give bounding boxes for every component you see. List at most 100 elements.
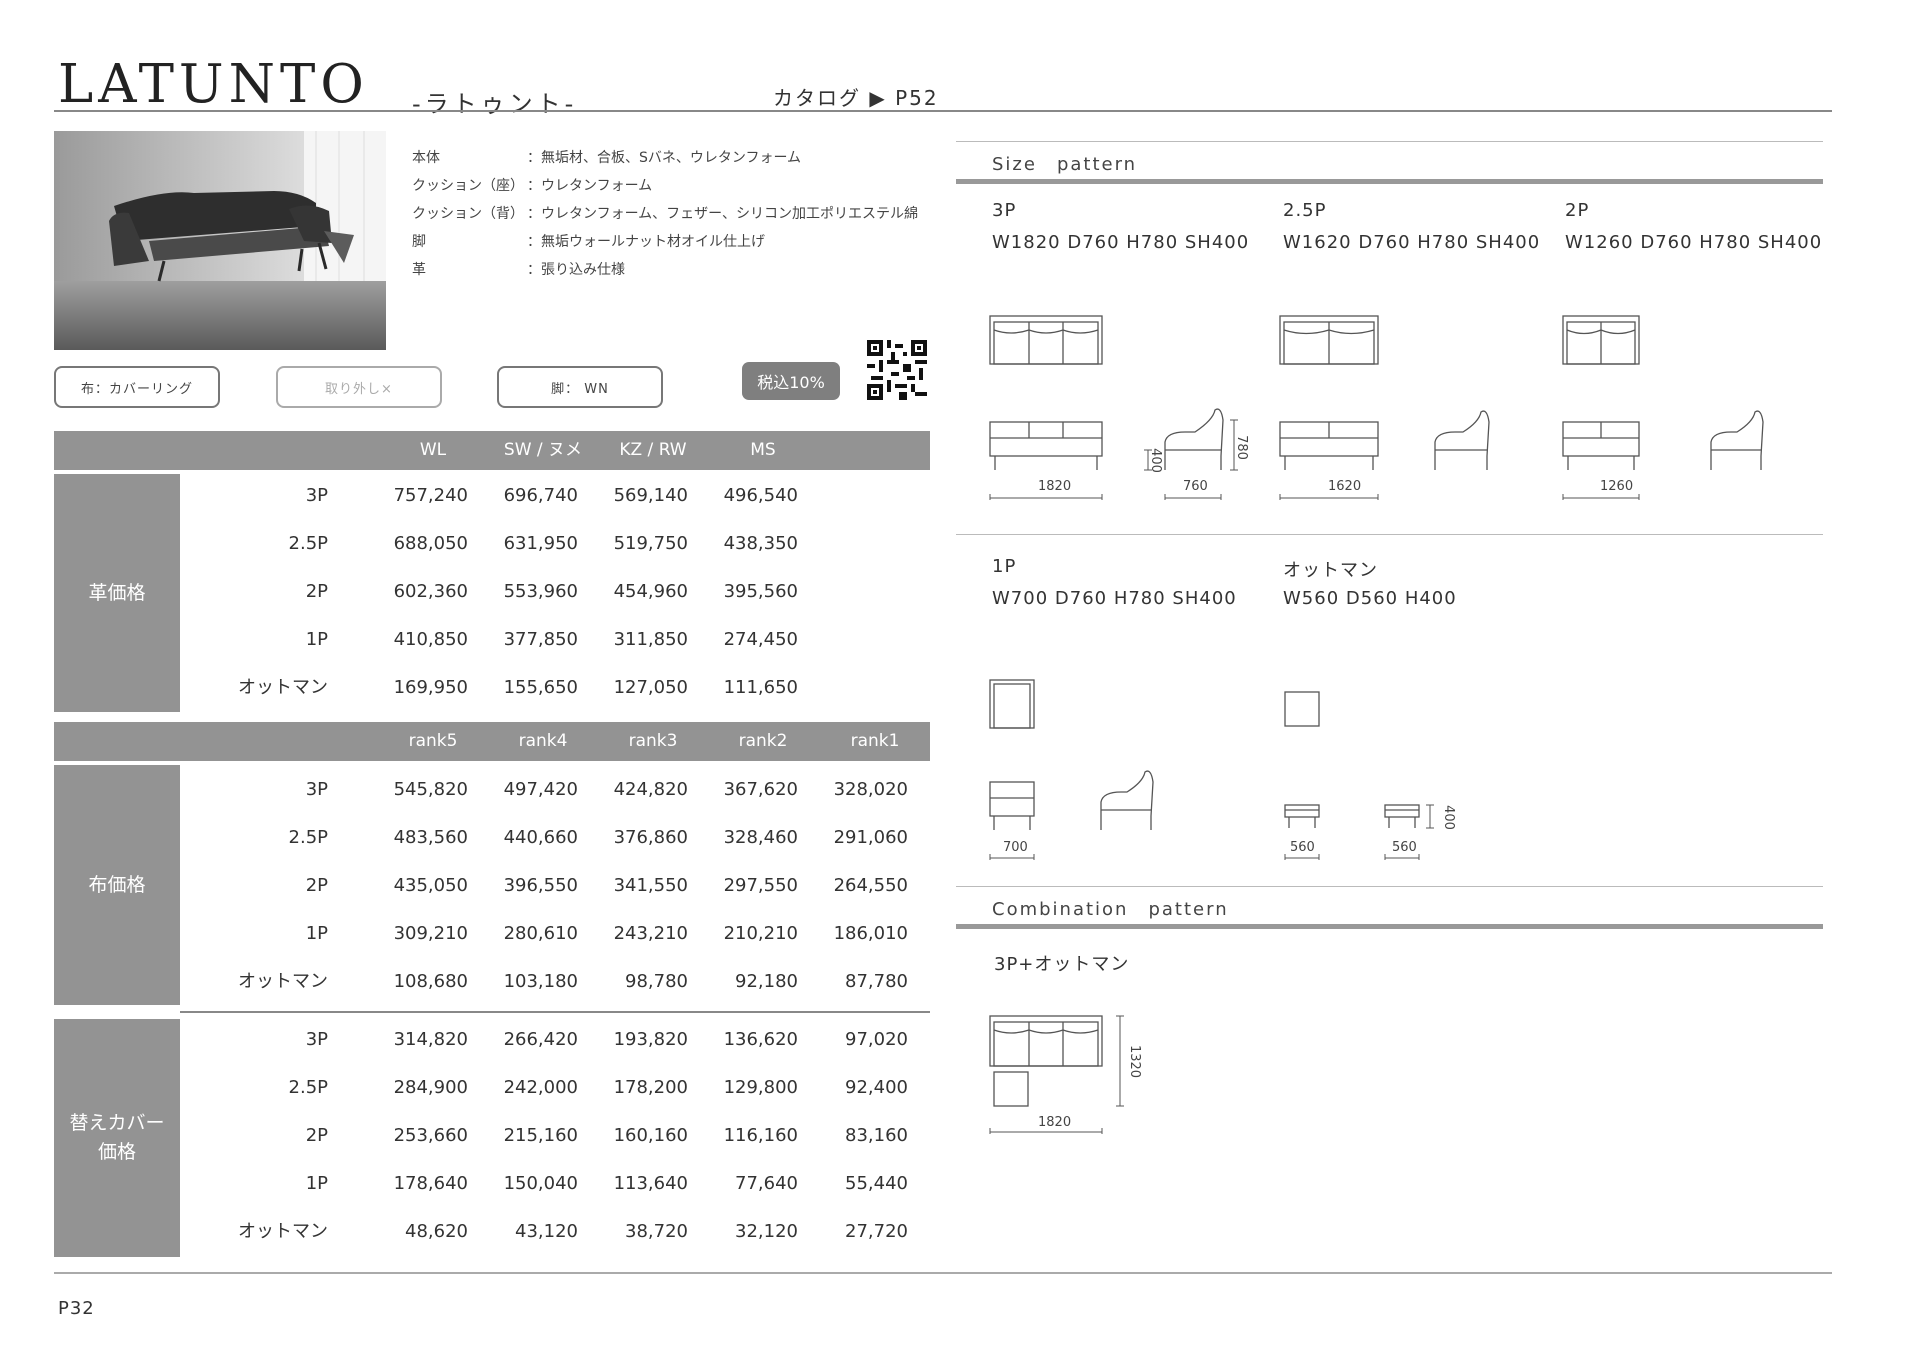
- col-header: rank3: [628, 731, 678, 751]
- size-dims-25p: W1620 D760 H780 SH400: [1283, 232, 1541, 253]
- spec-value: ：無垢材、合板、Sバネ、ウレタンフォーム: [527, 150, 802, 166]
- spec-row: 革 ：張り込み仕様: [412, 256, 918, 284]
- price-cell: 309,210: [393, 923, 468, 944]
- dim-label: 1620: [1328, 479, 1362, 494]
- price-cell: 341,550: [613, 875, 688, 896]
- size-heading-bar: [956, 179, 1823, 184]
- price-cell: 602,360: [393, 581, 468, 602]
- price-cell: 280,610: [503, 923, 578, 944]
- cover-side-label: 替えカバー 価格: [54, 1019, 180, 1257]
- row-label: 2P: [305, 875, 328, 896]
- price-cell: 454,960: [613, 581, 688, 602]
- price-cell: 311,850: [613, 629, 688, 650]
- price-cell: 266,420: [503, 1029, 578, 1050]
- cover-side-label-line1: 替えカバー: [69, 1112, 165, 1134]
- price-cell: 186,010: [833, 923, 908, 944]
- size-dims-3p: W1820 D760 H780 SH400: [992, 232, 1250, 253]
- row-label: 3P: [305, 485, 328, 506]
- spec-row: クッション（背） ：ウレタンフォーム、フェザー、シリコン加工ポリエステル綿: [412, 200, 918, 228]
- price-cell: 116,160: [723, 1125, 798, 1146]
- size-mid-rule: [956, 534, 1823, 535]
- price-cell: 43,120: [515, 1221, 578, 1242]
- leather-header-bar: WL SW / ヌメ KZ / RW MS: [54, 431, 930, 470]
- price-cell: 264,550: [833, 875, 908, 896]
- row-label: オットマン: [238, 1221, 328, 1242]
- catalog-reference: カタログ ▶ P52: [773, 86, 939, 110]
- price-cell: 98,780: [625, 971, 688, 992]
- brand-kana: -ラトゥント-: [412, 90, 578, 118]
- dim-label: 1820: [1038, 1115, 1072, 1130]
- dim-label: 400: [1147, 448, 1163, 473]
- dim-label: 1320: [1127, 1044, 1143, 1079]
- spec-value: ：無垢ウォールナット材オイル仕上げ: [527, 234, 765, 250]
- row-label: 2.5P: [288, 827, 328, 848]
- fabric-header-bar: rank5 rank4 rank3 rank2 rank1: [54, 722, 930, 761]
- spec-label: クッション（背）: [412, 206, 524, 222]
- dim-label: 1260: [1600, 479, 1634, 494]
- spec-list: 本体 ：無垢材、合板、Sバネ、ウレタンフォーム クッション（座） ：ウレタンフォーム…: [412, 144, 918, 284]
- price-cell: 367,620: [723, 779, 798, 800]
- size-dims-1p: W700 D760 H780 SH400: [992, 588, 1237, 609]
- col-header: SW / ヌメ: [503, 440, 583, 460]
- price-cell: 150,040: [503, 1173, 578, 1194]
- combination-pattern-heading: Combination pattern: [992, 899, 1229, 920]
- removable-tag: 取り外し×: [276, 366, 442, 408]
- price-cell: 696,740: [503, 485, 578, 506]
- footer-rule: [54, 1272, 1832, 1274]
- dim-label: 780: [1233, 435, 1249, 460]
- price-cell: 27,720: [845, 1221, 908, 1242]
- price-cell: 193,820: [613, 1029, 688, 1050]
- dim-label: 400: [1440, 805, 1456, 830]
- price-cell: 178,640: [393, 1173, 468, 1194]
- dim-label: 700: [1003, 840, 1028, 855]
- col-header: rank1: [850, 731, 900, 751]
- price-cell: 274,450: [723, 629, 798, 650]
- leather-side-label: 革価格: [54, 474, 180, 712]
- price-cell: 757,240: [393, 485, 468, 506]
- col-header: rank5: [408, 731, 458, 751]
- price-cell: 569,140: [613, 485, 688, 506]
- price-cell: 169,950: [393, 677, 468, 698]
- sofa-diagrams-row2: [989, 679, 1434, 860]
- size-dims-2p: W1260 D760 H780 SH400: [1565, 232, 1823, 253]
- col-header: rank4: [518, 731, 568, 751]
- spec-label: 本体: [412, 150, 440, 166]
- combination-name: 3P+オットマン: [994, 954, 1130, 975]
- product-photo: [54, 131, 386, 350]
- price-cell: 483,560: [393, 827, 468, 848]
- dim-label: 1820: [1038, 479, 1072, 494]
- dim-label: 560: [1290, 840, 1315, 855]
- spec-row: 本体 ：無垢材、合板、Sバネ、ウレタンフォーム: [412, 144, 918, 172]
- row-label: 2.5P: [288, 1077, 328, 1098]
- price-cell: 87,780: [845, 971, 908, 992]
- price-cell: 38,720: [625, 1221, 688, 1242]
- size-name-1p: 1P: [992, 556, 1017, 577]
- price-cell: 92,400: [845, 1077, 908, 1098]
- price-cell: 410,850: [393, 629, 468, 650]
- header-rule: [54, 110, 1832, 112]
- brand-title: LATUNTO: [58, 54, 369, 115]
- price-cell: 314,820: [393, 1029, 468, 1050]
- combo-top-rule: [956, 886, 1823, 887]
- price-cell: 284,900: [393, 1077, 468, 1098]
- dim-label: 560: [1392, 840, 1417, 855]
- spec-label: 革: [412, 262, 426, 278]
- row-label: 1P: [305, 629, 328, 650]
- price-cell: 328,460: [723, 827, 798, 848]
- price-cell: 497,420: [503, 779, 578, 800]
- price-cell: 435,050: [393, 875, 468, 896]
- col-header: KZ / RW: [619, 440, 687, 460]
- price-cell: 253,660: [393, 1125, 468, 1146]
- price-cell: 77,640: [735, 1173, 798, 1194]
- size-name-25p: 2.5P: [1283, 200, 1327, 221]
- price-cell: 376,860: [613, 827, 688, 848]
- price-cell: 243,210: [613, 923, 688, 944]
- qr-code-icon: [867, 340, 927, 400]
- combo-heading-bar: [956, 924, 1823, 929]
- price-cell: 553,960: [503, 581, 578, 602]
- price-cell: 424,820: [613, 779, 688, 800]
- price-cell: 178,200: [613, 1077, 688, 1098]
- size-name-ottoman: オットマン: [1283, 560, 1378, 581]
- col-header: WL: [419, 440, 447, 460]
- tax-badge: 税込10%: [742, 362, 840, 400]
